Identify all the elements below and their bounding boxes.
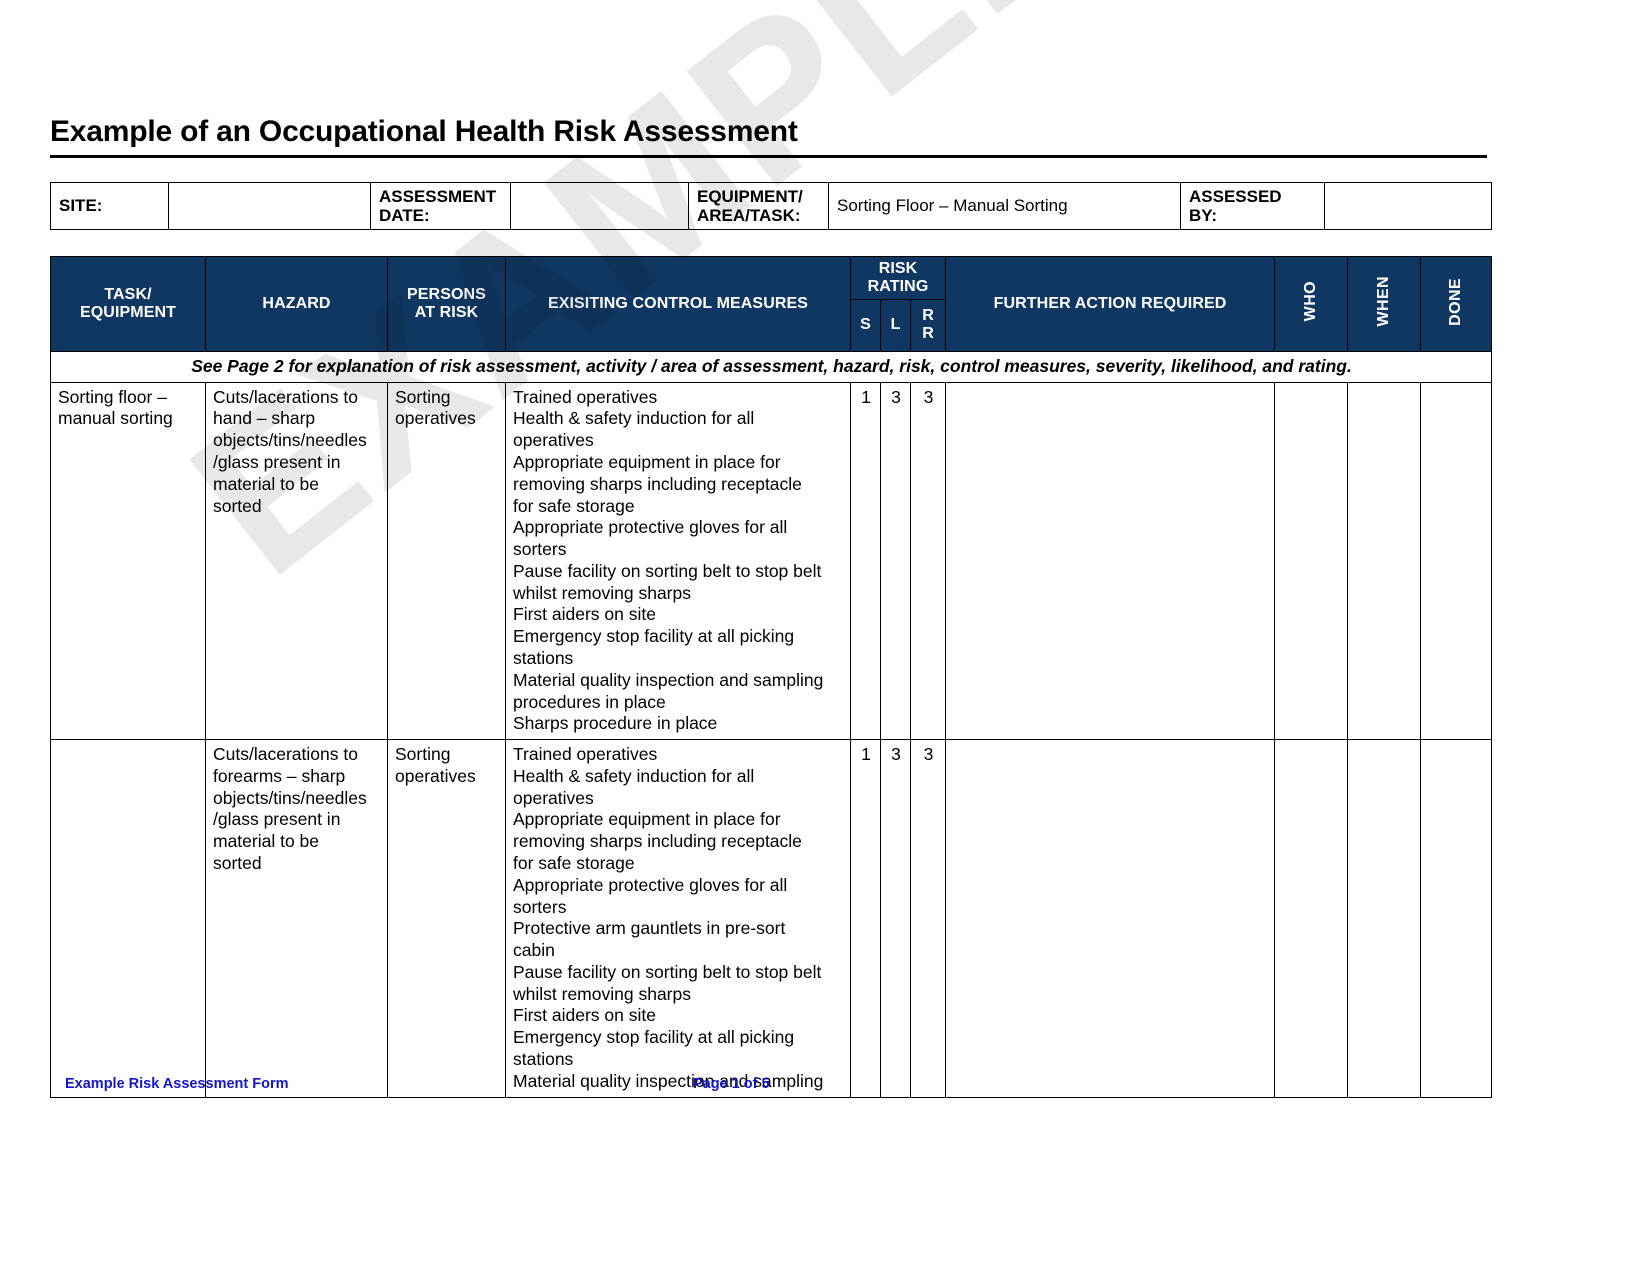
equipment-area-task-label: EQUIPMENT/ AREA/TASK: [688,182,829,230]
cell-further-action-required[interactable] [945,739,1276,1098]
cell-severity: 1 [850,739,881,1098]
th-likelihood: L [880,298,911,352]
risk-assessment-table: TASK/ EQUIPMENT HAZARD PERSONS AT RISK E… [49,256,1493,1098]
th-done-label: DONE [1447,277,1465,326]
th-who: WHO [1274,256,1349,352]
th-risk-rating: RISK RATING [849,256,947,300]
cell-rating: 3 [909,739,947,1098]
cell-hazard: Cuts/lacerations to forearms – sharp objec… [205,739,388,1098]
table-row: Cuts/lacerations to forearms – sharp objec… [50,739,1493,1098]
cell-persons-at-risk: Sorting operatives [387,381,506,741]
cell-likelihood: 3 [880,739,911,1098]
th-when: WHEN [1347,256,1422,352]
page-title: Example of an Occupational Health Risk A… [50,115,798,148]
assessment-info-table: SITE: ASSESSMENT DATE: EQUIPMENT/ AREA/T… [50,182,1492,230]
th-existing-control-measures: EXISITING CONTROL MEASURES [505,256,851,352]
th-task-equipment-line2: EQUIPMENT [79,303,177,321]
th-rating: R R [909,298,947,352]
table-header-row: TASK/ EQUIPMENT HAZARD PERSONS AT RISK E… [50,256,1493,352]
table-note-row: See Page 2 for explanation of risk asses… [49,350,1493,383]
cell-when[interactable] [1347,739,1422,1098]
th-hazard: HAZARD [205,256,388,352]
cell-further-action-required[interactable] [945,381,1276,741]
equipment-label-line2: AREA/TASK: [697,206,801,225]
cell-existing-control-measures: Trained operatives Health & safety induct… [505,381,851,741]
equipment-label-line1: EQUIPMENT/ [697,186,803,206]
th-severity: S [850,298,881,352]
cell-severity: 1 [850,381,881,741]
assessed-by-label-line2: BY: [1189,206,1218,225]
footer-form-name: Example Risk Assessment Form [65,1076,289,1092]
table-row: Sorting floor – manual sorting Cuts/lacer… [50,381,1493,741]
cell-done[interactable] [1420,739,1493,1098]
cell-existing-control-measures: Trained operatives Health & safety induct… [505,739,851,1098]
cell-done[interactable] [1420,381,1493,741]
cell-hazard: Cuts/lacerations to hand – sharp objects/t… [205,381,388,741]
th-done: DONE [1420,256,1493,352]
assessment-date-value[interactable] [510,182,689,230]
th-risk-rating-line2: RATING [867,277,929,295]
table-note: See Page 2 for explanation of risk asses… [49,350,1493,383]
th-who-label: WHO [1302,281,1320,322]
assessed-by-label: ASSESSED BY: [1180,182,1325,230]
cell-when[interactable] [1347,381,1422,741]
th-rating-line2: R [922,325,934,343]
info-row: SITE: ASSESSMENT DATE: EQUIPMENT/ AREA/T… [50,182,1492,230]
th-further-action-required: FURTHER ACTION REQUIRED [945,256,1276,352]
equipment-area-task-value[interactable]: Sorting Floor – Manual Sorting [828,182,1181,230]
th-task-equipment-line1: TASK/ [104,286,152,303]
title-divider [50,155,1487,158]
assessment-date-label-line1: ASSESSMENT [379,186,497,206]
assessment-date-label-line2: DATE: [379,206,430,225]
cell-who[interactable] [1274,739,1349,1098]
assessed-by-label-line1: ASSESSED [1189,186,1282,206]
site-label: SITE: [50,182,169,230]
assessment-date-label: ASSESSMENT DATE: [370,182,511,230]
cell-task-equipment: Sorting floor – manual sorting [50,381,206,741]
th-risk-rating-line1: RISK [878,260,918,277]
document-page: Example of an Occupational Health Risk A… [0,0,1651,1275]
footer-page-number: Page 1 of 5 [693,1076,770,1092]
assessed-by-value[interactable] [1324,182,1492,230]
cell-who[interactable] [1274,381,1349,741]
th-persons-line1: PERSONS [407,286,486,303]
cell-rating: 3 [909,381,947,741]
cell-persons-at-risk: Sorting operatives [387,739,506,1098]
th-persons-at-risk: PERSONS AT RISK [387,256,506,352]
th-when-label: WHEN [1375,276,1393,327]
th-task-equipment: TASK/ EQUIPMENT [50,256,206,352]
site-value[interactable] [168,182,371,230]
cell-task-equipment [50,739,206,1098]
cell-likelihood: 3 [880,381,911,741]
th-rating-line1: R [922,307,934,325]
th-persons-line2: AT RISK [414,303,479,321]
